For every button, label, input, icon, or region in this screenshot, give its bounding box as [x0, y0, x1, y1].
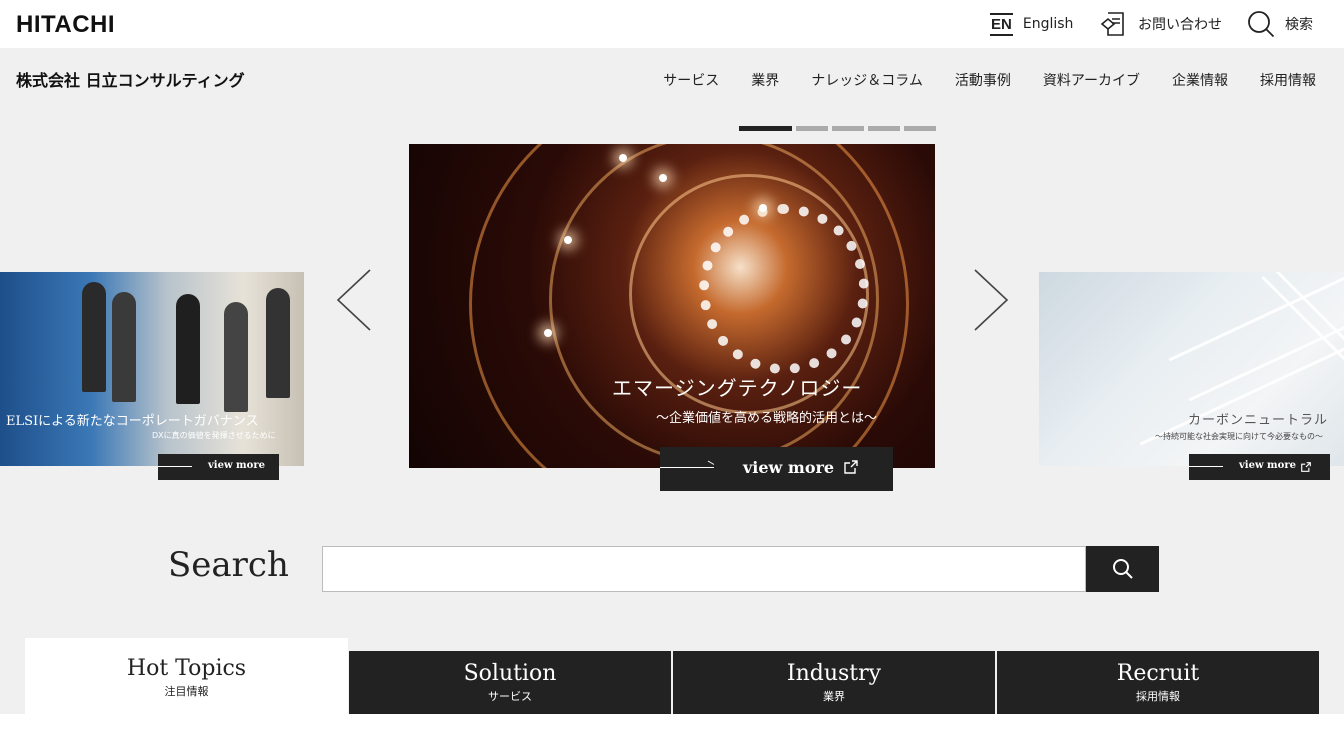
main-nav: サービス 業界 ナレッジ＆コラム 活動事例 資料アーカイブ 企業情報 採用情報 [631, 70, 1316, 90]
arrow-right-icon [158, 466, 192, 467]
carousel-dot[interactable] [739, 126, 792, 131]
tab-recruit[interactable]: Recruit 採用情報 [997, 651, 1319, 714]
search-icon [1248, 11, 1275, 38]
nav-item-company[interactable]: 企業情報 [1172, 70, 1228, 90]
tab-industry[interactable]: Industry 業界 [673, 651, 995, 714]
nav-item-archive[interactable]: 資料アーカイブ [1043, 70, 1140, 90]
chevron-left-icon[interactable] [334, 268, 374, 332]
nav-item-knowledge[interactable]: ナレッジ＆コラム [811, 70, 923, 90]
carousel-indicators [739, 126, 940, 131]
arrow-right-icon [660, 467, 714, 468]
nav-bar: 株式会社 日立コンサルティング サービス 業界 ナレッジ＆コラム 活動事例 資料… [0, 48, 1344, 108]
tab-solution[interactable]: Solution サービス [349, 651, 671, 714]
contact-label: お問い合わせ [1138, 17, 1222, 33]
slide-right-title: カーボンニュートラル [1188, 413, 1329, 428]
english-link[interactable]: EN English [990, 8, 1073, 40]
slide-left-view-more-button[interactable]: view more [158, 454, 279, 480]
slide-left-title: ELSIによる新たなコーポレートガバナンス [6, 414, 259, 429]
nav-item-service[interactable]: サービス [663, 70, 719, 90]
contact-link[interactable]: お問い合わせ [1100, 8, 1222, 40]
carousel-dot[interactable] [904, 126, 936, 131]
arrow-right-icon [1189, 466, 1223, 467]
english-label: English [1022, 16, 1074, 32]
search-input[interactable] [322, 546, 1086, 592]
header-search-link[interactable]: 検索 [1247, 8, 1313, 40]
nav-item-cases[interactable]: 活動事例 [955, 70, 1011, 90]
search-button[interactable] [1086, 546, 1159, 592]
slide-left-subtitle: DXに真の価値を発揮させるために [152, 431, 276, 440]
carousel-dot[interactable] [796, 126, 828, 131]
company-name[interactable]: 株式会社 日立コンサルティング [16, 67, 245, 91]
slide-right-view-more-button[interactable]: view more [1189, 454, 1330, 480]
search-label: 検索 [1285, 17, 1313, 33]
chevron-right-icon[interactable] [971, 268, 1011, 332]
top-bar: HITACHI EN English お問い合わせ 検索 [0, 0, 1344, 48]
hitachi-logo[interactable]: HITACHI [16, 11, 115, 39]
slide-main-view-more-button[interactable]: view more [660, 447, 893, 491]
external-link-icon [844, 460, 858, 474]
nav-item-recruit[interactable]: 採用情報 [1260, 70, 1316, 90]
mail-form-icon [1100, 12, 1124, 36]
en-icon: EN [990, 12, 1013, 36]
external-link-icon [1301, 462, 1311, 472]
search-icon [1112, 559, 1133, 579]
slide-main-subtitle: 〜企業価値を高める戦略的活用とは〜 [656, 411, 878, 426]
nav-item-industry[interactable]: 業界 [751, 70, 779, 90]
slide-right-subtitle: 〜持続可能な社会実現に向けて今必要なもの〜 [1155, 432, 1323, 441]
carousel-dot[interactable] [832, 126, 864, 131]
search-heading: Search [168, 545, 289, 585]
carousel-dot[interactable] [868, 126, 900, 131]
slide-main-title: エマージングテクノロジー [612, 376, 863, 400]
tab-hot-topics[interactable]: Hot Topics 注目情報 [25, 638, 348, 714]
